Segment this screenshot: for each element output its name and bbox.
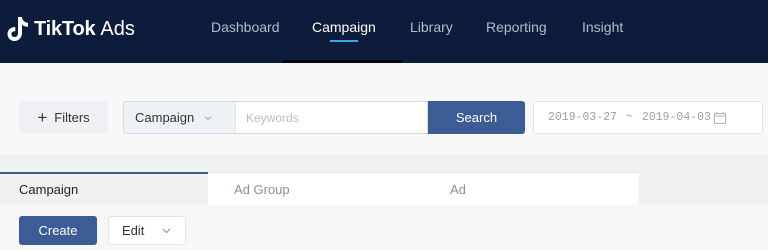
date-separator: ~ — [626, 111, 633, 124]
chevron-down-icon — [163, 228, 171, 234]
calendar-icon — [713, 111, 726, 124]
tiktok-logo-icon — [7, 17, 28, 41]
nav-item-insight[interactable]: Insight — [582, 19, 623, 35]
create-button[interactable]: Create — [19, 216, 97, 245]
filters-button[interactable]: + Filters — [19, 101, 108, 134]
edit-label: Edit — [122, 223, 145, 238]
nav-item-reporting[interactable]: Reporting — [486, 19, 547, 35]
nav-active-indicator — [330, 40, 358, 42]
tab-campaign[interactable]: Campaign — [0, 172, 208, 205]
brand-suffix: Ads — [100, 17, 135, 40]
tab-ad[interactable]: Ad — [432, 172, 639, 205]
search-scope-select[interactable]: Campaign — [123, 101, 235, 134]
date-range-picker[interactable]: 2019-03-27 ~ 2019-04-03 — [533, 101, 763, 134]
date-end: 2019-04-03 — [641, 111, 711, 124]
brand-logo[interactable]: TikTok Ads — [7, 14, 135, 44]
tab-label: Ad — [450, 181, 466, 197]
tab-label: Campaign — [19, 182, 79, 197]
nav-item-library[interactable]: Library — [410, 19, 453, 35]
edit-dropdown[interactable]: Edit — [108, 216, 186, 245]
search-group: Campaign Search — [123, 101, 525, 134]
filters-label: Filters — [54, 110, 90, 125]
date-start: 2019-03-27 — [548, 111, 618, 124]
brand-name: TikTok — [34, 17, 96, 40]
nav-item-campaign[interactable]: Campaign — [312, 19, 376, 35]
keywords-input[interactable] — [235, 101, 428, 134]
plus-icon: + — [37, 108, 48, 127]
chevron-down-icon — [204, 115, 212, 120]
search-button[interactable]: Search — [428, 101, 525, 134]
search-scope-value: Campaign — [135, 110, 195, 125]
tab-label: Ad Group — [234, 181, 290, 197]
nav-item-dashboard[interactable]: Dashboard — [211, 19, 280, 35]
tab-ad-group[interactable]: Ad Group — [208, 172, 432, 205]
top-navigation-bar: TikTok Ads Dashboard Campaign Library Re… — [0, 0, 768, 63]
